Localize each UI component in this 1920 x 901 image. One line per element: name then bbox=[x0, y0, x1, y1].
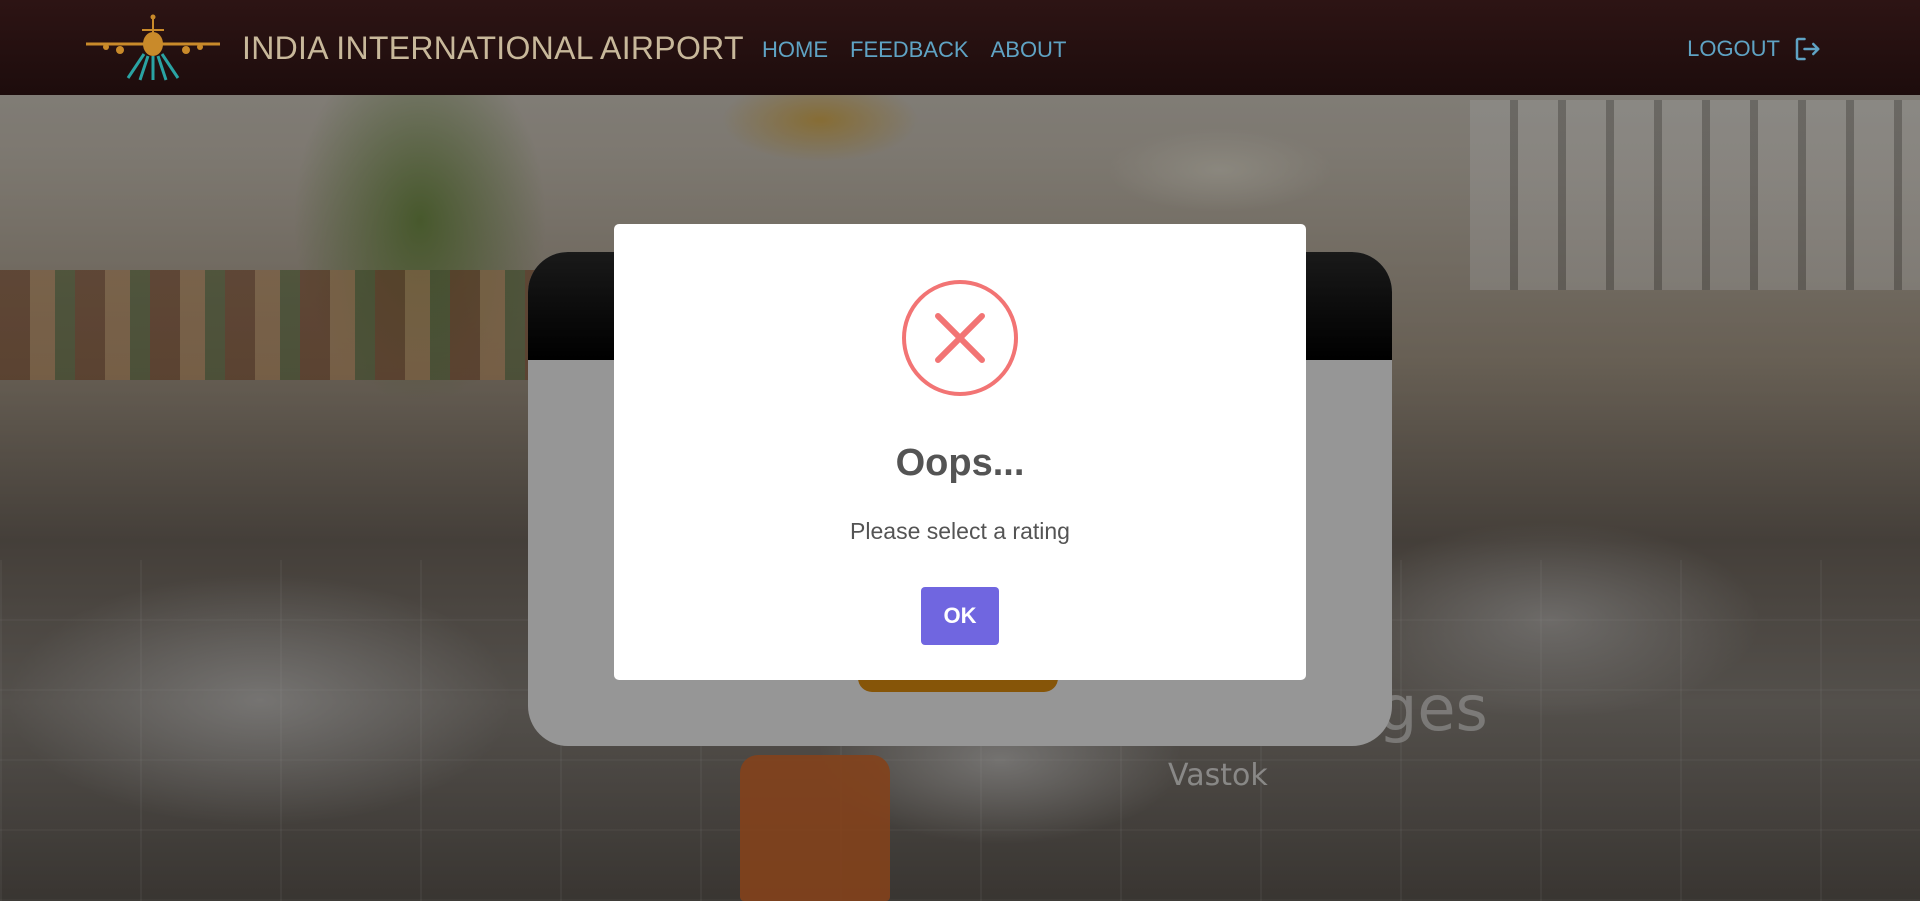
top-navbar: INDIA INTERNATIONAL AIRPORT HOME FEEDBAC… bbox=[0, 0, 1920, 95]
modal-title: Oops... bbox=[895, 442, 1025, 484]
brand-title[interactable]: INDIA INTERNATIONAL AIRPORT bbox=[242, 30, 744, 67]
error-x-icon bbox=[902, 280, 1018, 396]
nav-link-feedback[interactable]: FEEDBACK bbox=[850, 37, 969, 63]
logout-label: LOGOUT bbox=[1687, 36, 1780, 61]
logout-icon bbox=[1795, 37, 1820, 61]
airplane-logo-icon[interactable] bbox=[84, 14, 222, 82]
ok-button[interactable]: OK bbox=[921, 587, 999, 645]
logout-button[interactable]: LOGOUT bbox=[1687, 34, 1822, 64]
nav-link-about[interactable]: ABOUT bbox=[991, 37, 1067, 63]
nav-link-home[interactable]: HOME bbox=[762, 37, 828, 63]
error-alert-modal: Oops... Please select a rating OK bbox=[614, 224, 1306, 680]
modal-message: Please select a rating bbox=[850, 518, 1070, 544]
nav-links: HOME FEEDBACK ABOUT bbox=[762, 37, 1066, 63]
